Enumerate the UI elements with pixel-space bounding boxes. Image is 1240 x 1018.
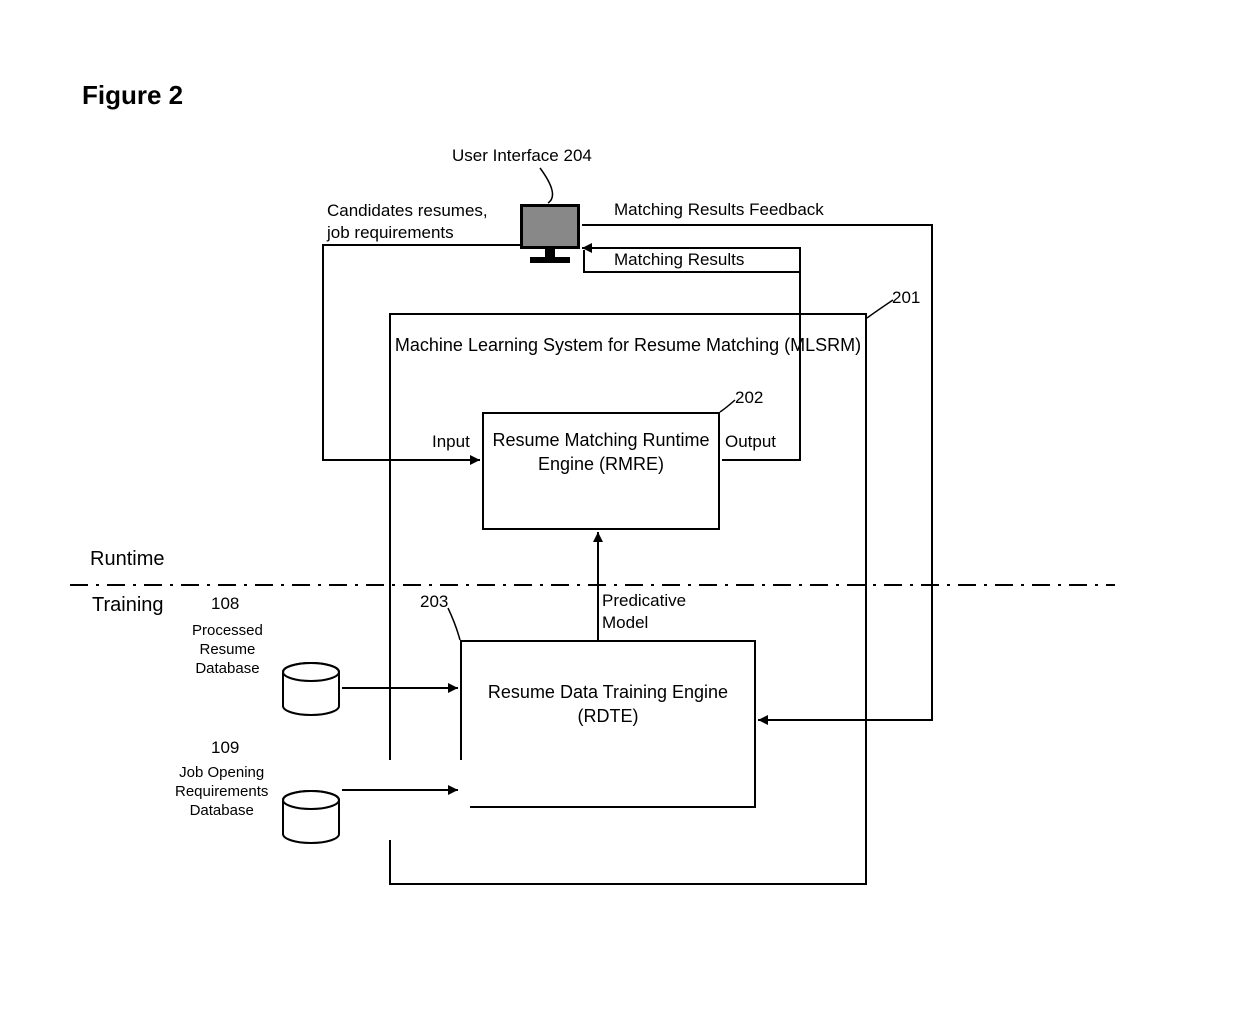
connectors-final — [0, 0, 1240, 1018]
diagram-canvas: Figure 2 Machine Learning System for Res… — [0, 0, 1240, 1018]
